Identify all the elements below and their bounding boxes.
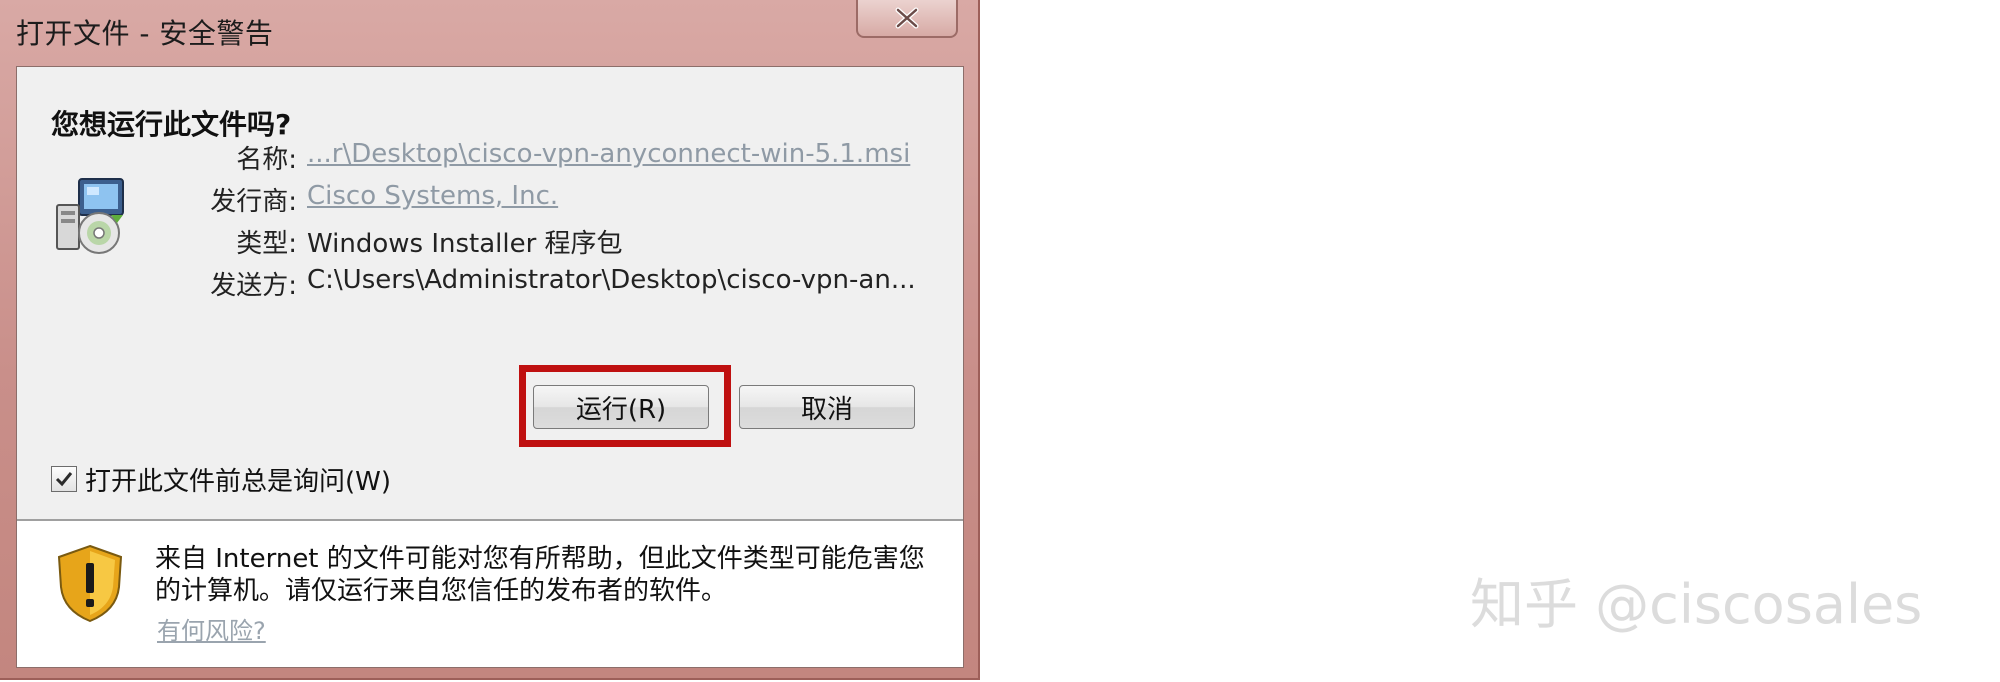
watermark: 知乎 @ciscosales bbox=[1470, 573, 1923, 636]
page: 打开文件 - 安全警告 您想运行此文件吗? 名称: ...r\Desktop\c… bbox=[0, 0, 2000, 682]
field-name-value[interactable]: ...r\Desktop\cisco-vpn-anyconnect-win-5.… bbox=[307, 139, 910, 169]
title-bar[interactable]: 打开文件 - 安全警告 bbox=[0, 0, 976, 62]
field-type-value: Windows Installer 程序包 bbox=[307, 229, 623, 259]
field-name-row: 名称: ...r\Desktop\cisco-vpn-anyconnect-wi… bbox=[17, 139, 957, 179]
always-ask-label: 打开此文件前总是询问(W) bbox=[85, 466, 391, 497]
field-publisher-label: 发行商: bbox=[210, 187, 297, 217]
always-ask-checkbox-row[interactable]: 打开此文件前总是询问(W) bbox=[51, 461, 391, 497]
field-type-label: 类型: bbox=[236, 229, 297, 259]
risk-link[interactable]: 有何风险? bbox=[157, 611, 266, 646]
window-title: 打开文件 - 安全警告 bbox=[16, 17, 274, 50]
run-button[interactable]: 运行(R) bbox=[533, 385, 709, 429]
checkmark-icon bbox=[55, 472, 73, 487]
field-type-row: 类型: Windows Installer 程序包 bbox=[17, 223, 957, 263]
dialog-body: 您想运行此文件吗? 名称: ...r\Desktop\cisco-vpn-any… bbox=[16, 66, 964, 668]
field-from-row: 发送方: C:\Users\Administrator\Desktop\cisc… bbox=[17, 265, 957, 305]
field-publisher-value[interactable]: Cisco Systems, Inc. bbox=[307, 181, 558, 211]
field-from-label: 发送方: bbox=[210, 271, 297, 301]
warning-message: 来自 Internet 的文件可能对您有所帮助，但此文件类型可能危害您的计算机。… bbox=[155, 544, 925, 606]
close-button[interactable] bbox=[856, 0, 958, 38]
dialog-window: 打开文件 - 安全警告 您想运行此文件吗? 名称: ...r\Desktop\c… bbox=[0, 0, 980, 680]
field-from-value: C:\Users\Administrator\Desktop\cisco-vpn… bbox=[307, 265, 916, 295]
field-publisher-row: 发行商: Cisco Systems, Inc. bbox=[17, 181, 957, 221]
shield-warning-icon bbox=[57, 544, 123, 623]
close-icon bbox=[895, 7, 919, 29]
always-ask-checkbox[interactable] bbox=[51, 466, 77, 492]
cancel-button[interactable]: 取消 bbox=[739, 385, 915, 429]
field-name-label: 名称: bbox=[236, 145, 297, 175]
dialog-question: 您想运行此文件吗? bbox=[51, 108, 292, 141]
